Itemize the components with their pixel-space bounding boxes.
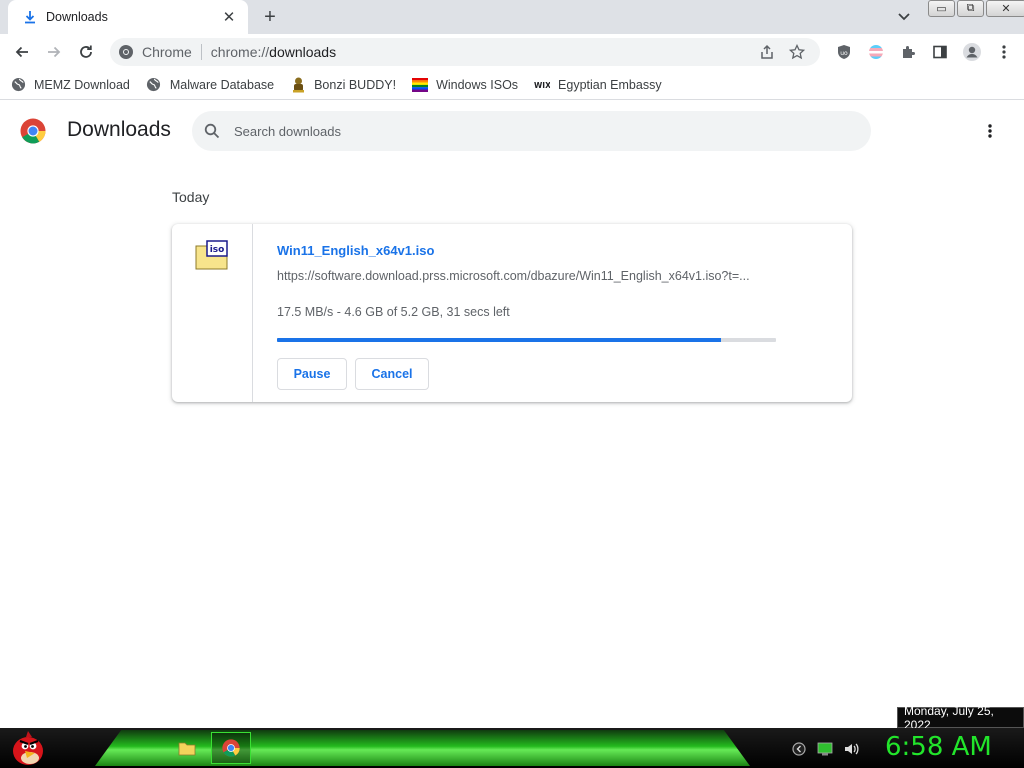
kebab-menu-icon bbox=[988, 124, 992, 138]
minimize-button[interactable]: ▭ bbox=[928, 0, 955, 17]
profile-avatar-icon bbox=[963, 43, 981, 61]
download-item-card: iso Win11_English_x64v1.iso https://soft… bbox=[172, 224, 852, 402]
tab-strip: Downloads ✕ + ▭ ⧉ ✕ bbox=[0, 0, 1024, 34]
tray-arrow-icon[interactable] bbox=[790, 740, 808, 758]
extensions-button[interactable] bbox=[892, 36, 924, 68]
profile-button[interactable] bbox=[956, 36, 988, 68]
downloads-menu-button[interactable] bbox=[978, 119, 1002, 143]
pause-button[interactable]: Pause bbox=[277, 358, 347, 390]
wix-icon: WIX bbox=[534, 77, 550, 93]
download-icon bbox=[22, 9, 38, 25]
star-icon bbox=[789, 44, 805, 60]
reload-button[interactable] bbox=[70, 36, 102, 68]
close-window-button[interactable]: ✕ bbox=[986, 0, 1024, 17]
folder-icon bbox=[178, 742, 196, 756]
back-button[interactable] bbox=[6, 36, 38, 68]
cancel-button[interactable]: Cancel bbox=[355, 358, 429, 390]
taskbar: 6:58 AM bbox=[0, 728, 1024, 768]
chrome-menu-button[interactable] bbox=[988, 36, 1020, 68]
bookmark-windows-isos[interactable]: Windows ISOs bbox=[412, 77, 518, 93]
bookmark-label: MEMZ Download bbox=[34, 77, 130, 92]
ublock-extension[interactable]: uo bbox=[828, 36, 860, 68]
system-tray bbox=[790, 740, 868, 758]
tab-close-icon[interactable]: ✕ bbox=[220, 8, 238, 26]
rainbow-flag-icon bbox=[412, 77, 429, 93]
taskbar-explorer-button[interactable] bbox=[167, 732, 207, 764]
bookmark-label: Bonzi BUDDY! bbox=[314, 77, 397, 92]
side-panel-icon bbox=[933, 45, 947, 59]
iso-file-icon: iso bbox=[195, 240, 228, 270]
bookmark-egyptian-embassy[interactable]: WIX Egyptian Embassy bbox=[534, 77, 662, 93]
taskbar-chrome-button[interactable] bbox=[211, 732, 251, 764]
kebab-menu-icon bbox=[1002, 45, 1006, 59]
trans-flag-icon bbox=[869, 45, 883, 59]
forward-arrow-icon bbox=[48, 46, 61, 58]
puzzle-icon bbox=[903, 46, 915, 58]
file-name-link[interactable]: Win11_English_x64v1.iso bbox=[277, 243, 434, 258]
search-icon bbox=[204, 123, 220, 139]
address-bar[interactable]: Chrome chrome://downloads bbox=[110, 38, 820, 66]
share-button[interactable] bbox=[752, 42, 782, 62]
date-section-heading: Today bbox=[172, 189, 210, 205]
bookmarks-bar: MEMZ Download Malware Database Bonzi BUD… bbox=[0, 70, 1024, 100]
forward-button[interactable] bbox=[38, 36, 70, 68]
url-text: chrome://downloads bbox=[210, 44, 337, 60]
toolbar: Chrome chrome://downloads uo bbox=[0, 34, 1024, 70]
bonzi-icon bbox=[290, 77, 306, 93]
search-downloads-box[interactable] bbox=[192, 111, 871, 151]
angry-bird-start-button-icon[interactable] bbox=[8, 729, 48, 767]
trans-flag-extension[interactable] bbox=[860, 36, 892, 68]
ublock-shield-icon: uo bbox=[838, 45, 850, 59]
new-tab-button[interactable]: + bbox=[258, 6, 282, 28]
svg-text:iso: iso bbox=[210, 245, 225, 255]
bookmark-label: Egyptian Embassy bbox=[558, 77, 662, 92]
site-label: Chrome bbox=[142, 44, 192, 60]
download-status: 17.5 MB/s - 4.6 GB of 5.2 GB, 31 secs le… bbox=[277, 305, 510, 319]
site-info[interactable]: Chrome bbox=[118, 44, 192, 60]
back-arrow-icon bbox=[15, 46, 28, 58]
page-title: Downloads bbox=[67, 118, 171, 141]
chrome-icon bbox=[222, 739, 240, 757]
network-icon[interactable] bbox=[816, 740, 834, 758]
file-icon-column: iso bbox=[172, 224, 253, 402]
bookmark-bonzi-buddy[interactable]: Bonzi BUDDY! bbox=[290, 77, 396, 93]
reload-icon bbox=[80, 45, 92, 58]
tab-search-chevron-icon[interactable] bbox=[894, 8, 914, 26]
side-panel-button[interactable] bbox=[924, 36, 956, 68]
svg-text:WIX: WIX bbox=[534, 81, 550, 90]
share-icon bbox=[761, 44, 773, 59]
globe-icon bbox=[146, 77, 162, 93]
date-tooltip: Monday, July 25, 2022 bbox=[897, 704, 1024, 732]
bookmark-memz-download[interactable]: MEMZ Download bbox=[10, 77, 130, 93]
bookmark-label: Windows ISOs bbox=[436, 77, 519, 92]
globe-icon bbox=[10, 77, 26, 93]
progress-bar-fill bbox=[277, 338, 722, 342]
chrome-logo-icon bbox=[20, 118, 46, 144]
tab-downloads[interactable]: Downloads ✕ bbox=[8, 0, 248, 34]
progress-bar bbox=[277, 338, 776, 342]
volume-icon[interactable] bbox=[842, 740, 860, 758]
tab-title: Downloads bbox=[46, 10, 108, 24]
taskbar-clock[interactable]: 6:58 AM bbox=[885, 732, 992, 762]
window-controls: ▭ ⧉ ✕ bbox=[928, 0, 1024, 18]
omnibox-separator bbox=[200, 44, 202, 60]
chrome-site-icon bbox=[119, 45, 133, 59]
svg-text:uo: uo bbox=[840, 50, 848, 57]
extensions-area: uo bbox=[828, 36, 1020, 68]
restore-button[interactable]: ⧉ bbox=[957, 0, 984, 17]
source-url-link[interactable]: https://software.download.prss.microsoft… bbox=[277, 269, 777, 283]
bookmark-label: Malware Database bbox=[169, 77, 275, 92]
bookmark-malware-database[interactable]: Malware Database bbox=[146, 77, 274, 93]
search-input[interactable] bbox=[234, 123, 794, 139]
downloads-header: Downloads bbox=[0, 101, 1024, 161]
bookmark-star-button[interactable] bbox=[782, 42, 812, 62]
